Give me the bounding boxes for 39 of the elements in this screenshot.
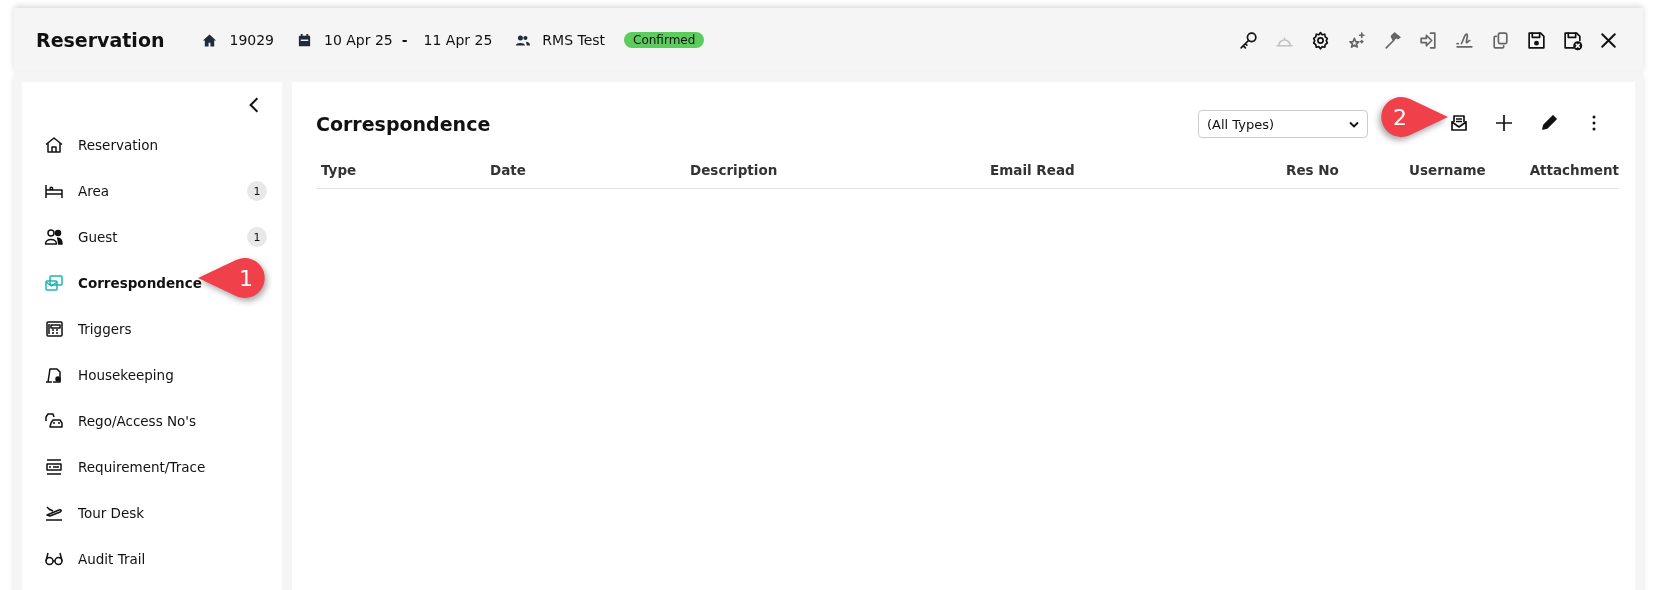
home-icon bbox=[44, 135, 64, 155]
column-header[interactable]: Description bbox=[690, 162, 778, 178]
people-icon bbox=[44, 227, 64, 247]
guest-name: RMS Test bbox=[542, 32, 606, 48]
reservation-number: 19029 bbox=[229, 32, 274, 48]
window-title: Reservation bbox=[36, 29, 165, 51]
column-header[interactable]: Username bbox=[1409, 162, 1486, 178]
status-badge: Confirmed bbox=[624, 32, 705, 48]
arrival-date: 10 Apr 25 bbox=[324, 32, 393, 48]
plane-icon bbox=[44, 503, 64, 523]
sidebar-item[interactable]: Guest 1 bbox=[36, 214, 268, 260]
calc-icon bbox=[44, 319, 64, 339]
column-header[interactable]: Attachment bbox=[1529, 162, 1619, 178]
count-badge: 1 bbox=[247, 227, 267, 247]
departure-date: 11 Apr 25 bbox=[423, 32, 493, 48]
sidebar-item[interactable]: Requirement/Trace bbox=[36, 444, 268, 490]
sidebar-item[interactable]: Triggers bbox=[36, 306, 268, 352]
sidebar-item[interactable]: Reservation bbox=[36, 122, 268, 168]
type-filter-dropdown[interactable]: (All Types) bbox=[1198, 110, 1368, 138]
column-header[interactable]: Email Read bbox=[990, 162, 1075, 178]
column-header[interactable]: Res No bbox=[1286, 162, 1339, 178]
sidebar-item[interactable]: Rego/Access No's bbox=[36, 398, 268, 444]
sidebar-item[interactable]: Tour Desk bbox=[36, 490, 268, 536]
date-separator: - bbox=[401, 32, 409, 48]
count-badge: 1 bbox=[247, 181, 267, 201]
column-header[interactable]: Date bbox=[490, 162, 526, 178]
list-icon bbox=[44, 457, 64, 477]
collapse-chevron-icon[interactable] bbox=[248, 96, 260, 114]
house-icon bbox=[202, 32, 218, 48]
calendar-icon bbox=[297, 32, 312, 48]
sidebar-item[interactable]: Area 1 bbox=[36, 168, 268, 214]
chevron-down-icon bbox=[1349, 120, 1359, 128]
mail-icon bbox=[44, 273, 64, 293]
callout-badge: 2 bbox=[1380, 95, 1450, 139]
sidebar-item[interactable]: Audit Trail bbox=[36, 536, 268, 582]
panel-title: Correspondence bbox=[316, 113, 491, 135]
column-header[interactable]: Type bbox=[321, 162, 357, 178]
sidebar-item[interactable]: Housekeeping bbox=[36, 352, 268, 398]
vacuum-icon bbox=[44, 365, 64, 385]
